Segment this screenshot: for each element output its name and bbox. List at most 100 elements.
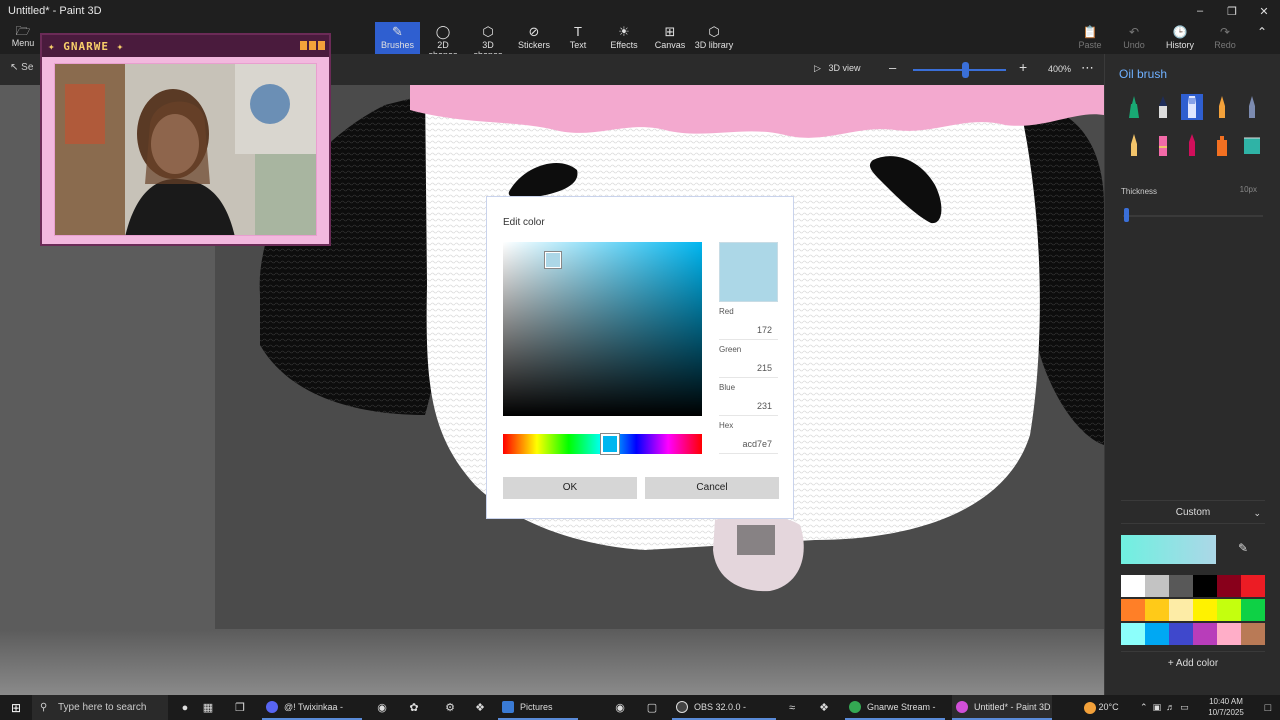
zoom-out-icon[interactable]: – xyxy=(889,60,896,75)
saturation-value-picker[interactable] xyxy=(503,242,702,416)
palette-swatch[interactable] xyxy=(1121,599,1145,621)
palette-swatch[interactable] xyxy=(1193,623,1217,645)
fill-bucket[interactable] xyxy=(1241,132,1263,158)
close-icon[interactable]: ✕ xyxy=(1248,0,1280,22)
cortana-icon[interactable]: ● xyxy=(175,698,195,717)
thickness-slider[interactable] xyxy=(1123,215,1263,217)
chrome-icon[interactable]: ◉ xyxy=(372,698,392,717)
widgets-icon[interactable]: ▦ xyxy=(198,698,218,717)
select-button[interactable]: ↖ Se xyxy=(10,62,33,73)
tab-effects[interactable]: ☀ Effects xyxy=(604,22,644,54)
tab-brushes[interactable]: ✎ Brushes xyxy=(375,22,420,54)
menu-label: Menu xyxy=(11,38,35,48)
crayon-brush[interactable] xyxy=(1181,132,1203,158)
weather-widget[interactable]: 20°C xyxy=(1084,695,1119,720)
palette-swatch[interactable] xyxy=(1121,575,1145,597)
eyedropper-icon[interactable]: ✎ xyxy=(1238,541,1248,555)
tab-canvas[interactable]: ⊞ Canvas xyxy=(650,22,690,54)
maximize-icon[interactable]: ❐ xyxy=(1216,0,1248,22)
select-label: Se xyxy=(21,62,34,73)
palette-swatch[interactable] xyxy=(1145,623,1169,645)
menu-button[interactable]: 🗁 Menu xyxy=(8,24,38,52)
palette-swatch[interactable] xyxy=(1217,599,1241,621)
eraser-brush[interactable] xyxy=(1152,132,1174,158)
steam-icon[interactable]: ⚙ xyxy=(440,698,460,717)
ok-button[interactable]: OK xyxy=(503,477,637,499)
app-icon[interactable]: ❖ xyxy=(470,698,490,717)
palette-swatch[interactable] xyxy=(1193,599,1217,621)
minimize-icon[interactable]: – xyxy=(1184,0,1216,22)
windows-start-button[interactable]: ⊞ xyxy=(0,695,32,720)
tab-stickers[interactable]: ⊘ Stickers xyxy=(514,22,554,54)
taskbar-app-chrome-stream[interactable]: Gnarwe Stream - W... xyxy=(845,695,945,720)
palette-swatch[interactable] xyxy=(1121,623,1145,645)
app-icon[interactable]: ≈ xyxy=(782,698,802,717)
picker-handle[interactable] xyxy=(545,252,561,268)
palette-swatch[interactable] xyxy=(1241,575,1265,597)
undo-button[interactable]: ↶ Undo xyxy=(1121,22,1147,54)
pixel-pen[interactable] xyxy=(1241,94,1263,120)
paste-icon: 📋 xyxy=(1082,25,1098,39)
taskbar-app-pictures[interactable]: Pictures xyxy=(498,695,578,720)
thickness-field[interactable]: 10px xyxy=(1209,182,1263,198)
palette-swatch[interactable] xyxy=(1169,575,1193,597)
palette-swatch[interactable] xyxy=(1145,575,1169,597)
hex-field[interactable]: acd7e7 xyxy=(719,434,778,454)
paint3d-icon xyxy=(956,701,968,713)
green-field[interactable]: 215 xyxy=(719,358,778,378)
tab-3d-shapes[interactable]: ⬡ 3D shapes xyxy=(467,22,509,61)
taskbar-app-obs[interactable]: OBS 32.0.0 - Profile... xyxy=(672,695,776,720)
app-icon[interactable]: ✿ xyxy=(404,698,424,717)
undo-label: Undo xyxy=(1123,40,1145,50)
hue-slider-handle[interactable] xyxy=(601,434,619,454)
palette-swatch[interactable] xyxy=(1169,623,1193,645)
tab-3d-library[interactable]: ⬡ 3D library xyxy=(694,22,734,54)
tab-2d-shapes[interactable]: ◯ 2D shapes xyxy=(422,22,464,61)
network-icon: ▣ xyxy=(1152,702,1162,712)
tab-text[interactable]: T Text xyxy=(562,22,594,54)
app-icon[interactable]: ▢ xyxy=(642,698,662,717)
marker-brush[interactable] xyxy=(1123,94,1145,120)
zoom-slider-track[interactable] xyxy=(913,69,1006,71)
red-field[interactable]: 172 xyxy=(719,320,778,340)
palette-swatch[interactable] xyxy=(1217,575,1241,597)
paste-button[interactable]: 📋 Paste xyxy=(1076,22,1104,54)
palette-swatch[interactable] xyxy=(1145,599,1169,621)
collapse-ribbon-button[interactable]: ⌃ xyxy=(1254,22,1270,54)
clock[interactable]: 10:40 AM 10/7/2025 xyxy=(1198,696,1254,718)
app-icon[interactable]: ❖ xyxy=(814,698,834,717)
brush-icon: ✎ xyxy=(392,24,403,39)
palette-swatch[interactable] xyxy=(1193,575,1217,597)
palette-swatch[interactable] xyxy=(1241,599,1265,621)
more-options-icon[interactable]: ⋯ xyxy=(1081,60,1094,76)
notifications-icon[interactable]: □ xyxy=(1258,698,1278,717)
volume-icon: ♬ xyxy=(1166,702,1176,712)
current-color-swatch[interactable] xyxy=(1121,535,1216,564)
3d-view-toggle[interactable]: ▷ 3D view xyxy=(814,63,860,74)
taskbar-search[interactable]: ⚲ Type here to search xyxy=(32,695,168,720)
palette-swatch[interactable] xyxy=(1169,599,1193,621)
pencil-brush[interactable] xyxy=(1123,132,1145,158)
system-tray[interactable]: ⌃ ▣ ♬ ▭ xyxy=(1140,695,1189,720)
zoom-in-icon[interactable]: + xyxy=(1019,59,1027,75)
app-icon[interactable]: ◉ xyxy=(610,698,630,717)
task-view-icon[interactable]: ❐ xyxy=(230,698,250,717)
calligraphy-pen[interactable] xyxy=(1152,94,1174,120)
zoom-slider-thumb[interactable] xyxy=(962,62,969,78)
blue-field[interactable]: 231 xyxy=(719,396,778,416)
thickness-slider-thumb[interactable] xyxy=(1123,208,1129,222)
color-mode-dropdown[interactable]: Custom ⌄ xyxy=(1121,500,1265,524)
cancel-button[interactable]: Cancel xyxy=(645,477,779,499)
history-button[interactable]: 🕒 History xyxy=(1164,22,1196,54)
palette-swatch[interactable] xyxy=(1217,623,1241,645)
redo-button[interactable]: ↷ Redo xyxy=(1212,22,1238,54)
oil-brush[interactable] xyxy=(1181,94,1203,120)
taskbar-app-paint3d[interactable]: Untitled* - Paint 3D xyxy=(952,695,1052,720)
palette-swatch[interactable] xyxy=(1241,623,1265,645)
title-bar: Untitled* - Paint 3D – ❐ ✕ xyxy=(0,0,1280,22)
watercolor-brush[interactable] xyxy=(1211,94,1233,120)
text-icon: T xyxy=(574,24,582,39)
add-color-button[interactable]: + Add color xyxy=(1121,651,1265,675)
taskbar-app-discord[interactable]: @! Twixinkaa - Disc... xyxy=(262,695,362,720)
spray-can[interactable] xyxy=(1211,132,1233,158)
